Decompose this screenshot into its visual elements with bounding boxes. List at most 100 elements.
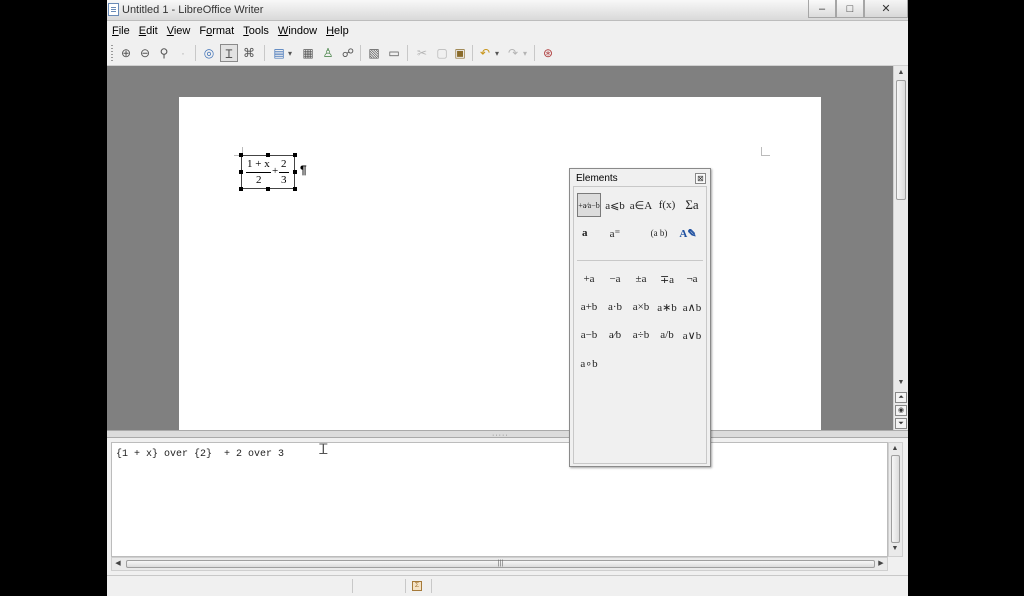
- help-icon[interactable]: ⊛: [539, 44, 557, 62]
- formula-command-text[interactable]: {1 + x} over {2} + 2 over 3: [116, 449, 284, 460]
- update-icon[interactable]: ◎: [200, 44, 218, 62]
- zoom-in-icon[interactable]: ⊕: [117, 44, 135, 62]
- category-brackets[interactable]: (a b): [647, 221, 671, 245]
- elements-close-icon[interactable]: ⊠: [695, 173, 706, 184]
- selection-handle[interactable]: [266, 153, 270, 157]
- formula-object[interactable]: 1 + x 2 + 2 3: [239, 153, 297, 191]
- category-formats[interactable]: A✎: [676, 221, 700, 245]
- scrollbar-thumb[interactable]: [896, 80, 906, 200]
- element-item[interactable]: a−b: [577, 325, 601, 345]
- document-modified-icon[interactable]: Σ: [412, 581, 422, 591]
- category-functions[interactable]: f(x): [655, 193, 679, 217]
- elements-panel-title: Elements: [576, 173, 618, 184]
- document-page[interactable]: 1 + x 2 + 2 3 ¶: [179, 97, 821, 430]
- cut-icon[interactable]: ✂: [413, 44, 431, 62]
- menu-tools[interactable]: Tools: [239, 21, 273, 41]
- select-all-icon[interactable]: ▦: [299, 44, 317, 62]
- pane-splitter[interactable]: ·····: [107, 430, 908, 439]
- element-item[interactable]: a÷b: [629, 325, 653, 345]
- selection-handle[interactable]: [239, 187, 243, 191]
- category-unary-binary[interactable]: +a⁄a−b: [577, 193, 601, 217]
- zoom-100-icon[interactable]: ⚲: [155, 44, 173, 62]
- element-item[interactable]: ¬a: [680, 269, 704, 289]
- elements-content: +a⁄a−b a⩽b a∈A f(x) Σa a⃗ a⁼ (a b) A✎ +a…: [573, 186, 707, 464]
- element-item[interactable]: a⁄b: [603, 325, 627, 345]
- navigator-button[interactable]: ◉: [895, 405, 907, 416]
- maximize-button[interactable]: □: [836, 0, 864, 18]
- element-item[interactable]: a∘b: [577, 353, 601, 373]
- toolbar-separator: [264, 45, 265, 61]
- status-divider: [405, 579, 406, 593]
- element-item[interactable]: ±a: [629, 269, 653, 289]
- selection-handle[interactable]: [239, 153, 243, 157]
- menu-view[interactable]: View: [163, 21, 195, 41]
- splitter-grip[interactable]: ·····: [492, 432, 509, 439]
- command-vertical-scrollbar[interactable]: ▲ ▼: [888, 442, 903, 557]
- category-operators[interactable]: Σa: [680, 193, 704, 217]
- selection-handle[interactable]: [239, 170, 243, 174]
- scroll-down-arrow[interactable]: ▼: [890, 544, 900, 554]
- menu-window[interactable]: Window: [274, 21, 321, 41]
- formula-cursor-icon[interactable]: Ɪ: [220, 44, 238, 62]
- document-workspace: 1 + x 2 + 2 3 ¶: [107, 66, 893, 430]
- menu-file[interactable]: File: [108, 21, 134, 41]
- category-relations[interactable]: a⩽b: [603, 193, 627, 217]
- redo-dropdown-icon[interactable]: ▾: [520, 44, 530, 62]
- element-item[interactable]: a∧b: [680, 297, 704, 317]
- close-button[interactable]: ✕: [864, 0, 908, 18]
- selection-handle[interactable]: [293, 153, 297, 157]
- category-set-operations[interactable]: a∈A: [629, 193, 653, 217]
- paragraph-mark: ¶: [300, 163, 307, 177]
- fit-icon[interactable]: ♙: [319, 44, 337, 62]
- scroll-left-arrow[interactable]: ◀: [113, 559, 123, 569]
- menu-help[interactable]: Help: [322, 21, 353, 41]
- toolbar-grip[interactable]: [111, 45, 113, 61]
- zoom-page-icon[interactable]: ·: [174, 44, 192, 62]
- status-divider: [431, 579, 432, 593]
- scroll-down-arrow[interactable]: ▼: [896, 378, 906, 388]
- selection-handle[interactable]: [293, 170, 297, 174]
- category-others[interactable]: a⁼: [603, 221, 627, 245]
- zoom-out-icon[interactable]: ⊖: [136, 44, 154, 62]
- export-pdf-icon[interactable]: ▧: [365, 44, 383, 62]
- next-page-button[interactable]: ⏷: [895, 418, 907, 429]
- element-item[interactable]: +a: [577, 269, 601, 289]
- undo-dropdown-icon[interactable]: ▾: [492, 44, 502, 62]
- previous-page-button[interactable]: ⏶: [895, 392, 907, 403]
- element-item[interactable]: ∓a: [655, 269, 679, 289]
- scroll-up-arrow[interactable]: ▲: [890, 444, 900, 454]
- minimize-button[interactable]: –: [808, 0, 836, 18]
- elements-panel[interactable]: Elements ⊠ +a⁄a−b a⩽b a∈A f(x) Σa a⃗ a⁼ …: [569, 168, 711, 467]
- element-item[interactable]: a+b: [577, 297, 601, 317]
- formula-command-editor[interactable]: {1 + x} over {2} + 2 over 3 Ꮖ: [111, 442, 888, 557]
- menu-format[interactable]: Format: [195, 21, 238, 41]
- category-attributes[interactable]: a⃗: [577, 221, 601, 245]
- element-item[interactable]: a×b: [629, 297, 653, 317]
- toolbar-separator: [195, 45, 196, 61]
- element-item[interactable]: a∗b: [655, 297, 679, 317]
- scrollbar-thumb[interactable]: |||: [126, 560, 875, 568]
- fraction-bar: [246, 172, 271, 173]
- print-icon[interactable]: ▭: [385, 44, 403, 62]
- symbols-icon[interactable]: ⌘: [240, 44, 258, 62]
- import-dropdown-icon[interactable]: ▾: [285, 44, 295, 62]
- formula-numerator-1: 1 + x: [247, 158, 270, 170]
- paste-icon[interactable]: ▣: [451, 44, 469, 62]
- command-horizontal-scrollbar[interactable]: ◀ ||| ▶: [111, 557, 888, 571]
- scroll-right-arrow[interactable]: ▶: [876, 559, 886, 569]
- menu-edit[interactable]: Edit: [135, 21, 162, 41]
- element-item[interactable]: a∨b: [680, 325, 704, 345]
- scroll-up-arrow[interactable]: ▲: [896, 68, 906, 78]
- copy-icon[interactable]: ▢: [433, 44, 451, 62]
- element-item[interactable]: a/b: [655, 325, 679, 345]
- elements-separator: [577, 260, 703, 261]
- window-controls: – □ ✕: [808, 0, 908, 18]
- element-item[interactable]: a·b: [603, 297, 627, 317]
- document-vertical-scrollbar[interactable]: ▲ ▼ ⏶ ◉ ⏷: [893, 66, 908, 430]
- formula-plus: +: [272, 165, 279, 177]
- selection-handle[interactable]: [266, 187, 270, 191]
- autoupdate-icon[interactable]: ☍: [339, 44, 357, 62]
- element-item[interactable]: −a: [603, 269, 627, 289]
- scrollbar-thumb[interactable]: [891, 455, 900, 543]
- selection-handle[interactable]: [293, 187, 297, 191]
